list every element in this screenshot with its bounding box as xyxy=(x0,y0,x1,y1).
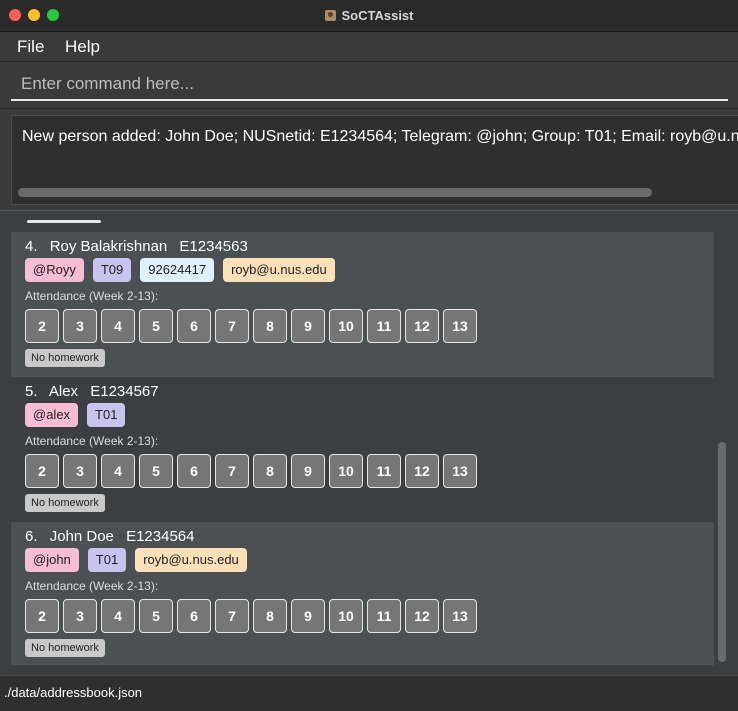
person-index: 5. xyxy=(25,383,38,400)
week-button[interactable]: 6 xyxy=(177,309,211,343)
person-card-title: 4. Roy Balakrishnan E1234563 xyxy=(25,238,256,255)
week-button[interactable]: 13 xyxy=(443,454,477,488)
week-button[interactable]: 6 xyxy=(177,454,211,488)
week-button[interactable]: 6 xyxy=(177,599,211,633)
week-button[interactable]: 2 xyxy=(25,309,59,343)
attendance-label: Attendance (Week 2-13): xyxy=(25,289,159,303)
person-list-vertical-scrollbar[interactable] xyxy=(718,442,726,662)
email-tag: royb@u.nus.edu xyxy=(135,548,247,572)
week-button[interactable]: 3 xyxy=(63,309,97,343)
person-index: 4. xyxy=(25,238,38,255)
telegram-tag: @Royy xyxy=(25,258,84,282)
week-button[interactable]: 2 xyxy=(25,454,59,488)
week-button[interactable]: 12 xyxy=(405,309,439,343)
app-icon xyxy=(324,10,336,21)
week-button[interactable]: 4 xyxy=(101,599,135,633)
save-location-path: ./data/addressbook.json xyxy=(4,685,143,700)
week-button[interactable]: 12 xyxy=(405,454,439,488)
attendance-weeks: 2 3 4 5 6 7 8 9 10 11 12 13 xyxy=(25,599,477,633)
week-button[interactable]: 2 xyxy=(25,599,59,633)
week-button[interactable]: 8 xyxy=(253,309,287,343)
menu-file[interactable]: File xyxy=(17,37,44,57)
week-button[interactable]: 7 xyxy=(215,599,249,633)
week-button[interactable]: 8 xyxy=(253,454,287,488)
week-button[interactable]: 7 xyxy=(215,454,249,488)
menu-help[interactable]: Help xyxy=(65,37,100,57)
person-list[interactable]: 4. Roy Balakrishnan E1234563 @Royy T09 9… xyxy=(11,220,714,665)
week-button[interactable]: 11 xyxy=(367,309,401,343)
person-name: John Doe xyxy=(49,528,114,545)
command-area xyxy=(0,62,738,109)
homework-badge: No homework xyxy=(25,494,105,512)
week-button[interactable]: 11 xyxy=(367,599,401,633)
person-nusnetid: E1234564 xyxy=(126,528,195,545)
person-name: Roy Balakrishnan xyxy=(49,238,168,255)
week-button[interactable]: 4 xyxy=(101,309,135,343)
group-tag: T01 xyxy=(87,403,126,427)
email-tag: royb@u.nus.edu xyxy=(223,258,335,282)
previous-card-edge xyxy=(27,220,101,223)
week-button[interactable]: 8 xyxy=(253,599,287,633)
week-button[interactable]: 10 xyxy=(329,309,363,343)
attendance-label: Attendance (Week 2-13): xyxy=(25,434,159,448)
week-button[interactable]: 13 xyxy=(443,309,477,343)
person-card[interactable]: 4. Roy Balakrishnan E1234563 @Royy T09 9… xyxy=(11,232,714,377)
week-button[interactable]: 10 xyxy=(329,454,363,488)
person-nusnetid: E1234563 xyxy=(179,238,248,255)
result-text: New person added: John Doe; NUSnetid: E1… xyxy=(22,128,738,145)
person-card-title: 5. Alex E1234567 xyxy=(25,383,167,400)
person-card[interactable]: 6. John Doe E1234564 @john T01 royb@u.nu… xyxy=(11,522,714,665)
person-list-panel: 4. Roy Balakrishnan E1234563 @Royy T09 9… xyxy=(0,210,738,675)
group-tag: T01 xyxy=(87,548,127,572)
result-horizontal-scrollbar[interactable] xyxy=(18,188,652,197)
week-button[interactable]: 9 xyxy=(291,454,325,488)
person-card-title: 6. John Doe E1234564 xyxy=(25,528,202,545)
week-button[interactable]: 4 xyxy=(101,454,135,488)
window-title: SoCTAssist xyxy=(341,8,414,23)
attendance-label: Attendance (Week 2-13): xyxy=(25,579,159,593)
homework-badge: No homework xyxy=(25,639,105,657)
week-button[interactable]: 5 xyxy=(139,454,173,488)
attendance-weeks: 2 3 4 5 6 7 8 9 10 11 12 13 xyxy=(25,454,477,488)
result-display-area: New person added: John Doe; NUSnetid: E1… xyxy=(0,109,738,209)
menu-bar: File Help xyxy=(0,32,738,62)
person-tags: @Royy T09 92624417 royb@u.nus.edu xyxy=(25,258,335,282)
person-tags: @john T01 royb@u.nus.edu xyxy=(25,548,247,572)
group-tag: T09 xyxy=(92,258,132,282)
week-button[interactable]: 3 xyxy=(63,454,97,488)
person-name: Alex xyxy=(48,383,79,400)
week-button[interactable]: 13 xyxy=(443,599,477,633)
person-tags: @alex T01 xyxy=(25,403,126,427)
week-button[interactable]: 7 xyxy=(215,309,249,343)
person-card[interactable]: 5. Alex E1234567 @alex T01 Attendance (W… xyxy=(11,377,714,522)
week-button[interactable]: 9 xyxy=(291,599,325,633)
telegram-tag: @john xyxy=(25,548,79,572)
week-button[interactable]: 12 xyxy=(405,599,439,633)
attendance-weeks: 2 3 4 5 6 7 8 9 10 11 12 13 xyxy=(25,309,477,343)
week-button[interactable]: 9 xyxy=(291,309,325,343)
week-button[interactable]: 11 xyxy=(367,454,401,488)
app-window: SoCTAssist File Help New person added: J… xyxy=(0,0,738,711)
week-button[interactable]: 5 xyxy=(139,599,173,633)
week-button[interactable]: 10 xyxy=(329,599,363,633)
person-index: 6. xyxy=(25,528,38,545)
result-display: New person added: John Doe; NUSnetid: E1… xyxy=(11,115,738,205)
person-nusnetid: E1234567 xyxy=(90,383,159,400)
status-bar: ./data/addressbook.json xyxy=(0,675,738,711)
command-input[interactable] xyxy=(11,68,728,101)
homework-badge: No homework xyxy=(25,349,105,367)
week-button[interactable]: 3 xyxy=(63,599,97,633)
title-wrap: SoCTAssist xyxy=(0,0,738,31)
telegram-tag: @alex xyxy=(25,403,79,427)
week-button[interactable]: 5 xyxy=(139,309,173,343)
title-bar: SoCTAssist xyxy=(0,0,738,32)
phone-tag: 92624417 xyxy=(140,258,215,282)
